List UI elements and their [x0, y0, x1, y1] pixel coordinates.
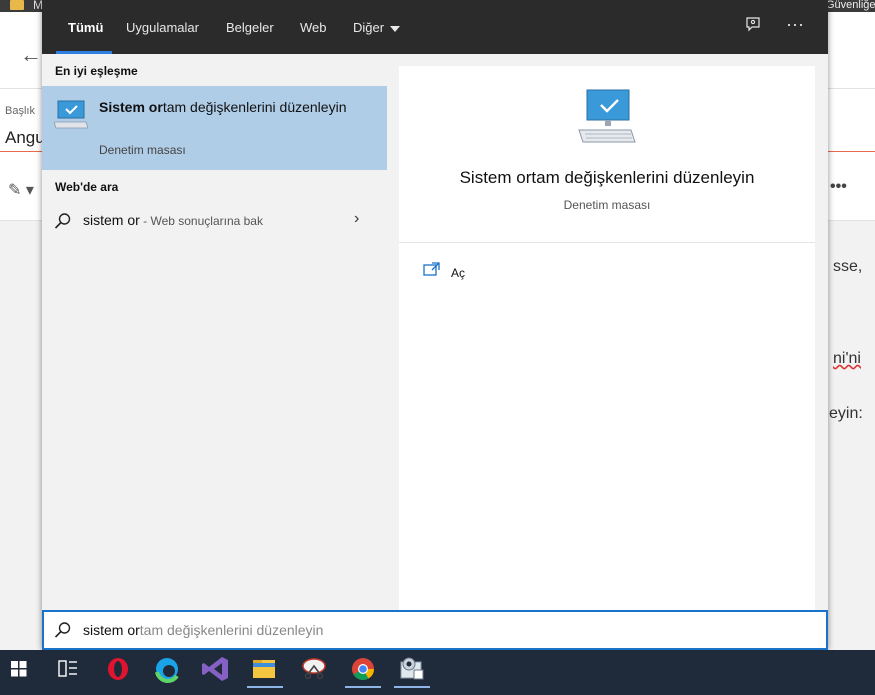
- content-text: ni'ni: [833, 350, 861, 367]
- running-indicator: [394, 686, 430, 688]
- visual-studio-button[interactable]: [192, 650, 240, 688]
- preview-title: Sistem ortam değişkenlerini düzenleyin: [459, 168, 755, 187]
- open-icon[interactable]: [423, 262, 441, 283]
- results-list: En iyi eşleşme Sistem ortam değişkenleri…: [42, 54, 387, 610]
- match-highlight: Sistem or: [99, 99, 163, 115]
- web-query-text: sistem or: [83, 212, 140, 228]
- start-button[interactable]: [0, 650, 48, 688]
- snipping-tool-button[interactable]: [290, 650, 338, 688]
- web-search-result[interactable]: sistem or - Web sonuçlarına bak ›: [42, 204, 387, 238]
- chevron-down-icon: [390, 25, 401, 32]
- file-explorer-icon: [253, 660, 275, 678]
- best-match-title: Sistem ortam değişkenlerini düzenleyin: [99, 97, 359, 117]
- visual-studio-icon: [202, 657, 228, 681]
- search-query: sistem ortam değişkenlerini düzenleyin: [83, 622, 323, 638]
- search-panel: Tümü Uygulamalar Belgeler Web Diğer ··· …: [42, 0, 828, 650]
- best-match-subtitle: Denetim masası: [99, 143, 186, 157]
- best-match-heading: En iyi eşleşme: [55, 64, 138, 78]
- web-search-query: sistem or - Web sonuçlarına bak: [83, 212, 263, 228]
- search-icon: [54, 212, 72, 235]
- folder-icon: [10, 0, 24, 10]
- content-text: eyin:: [829, 405, 863, 422]
- task-view-button[interactable]: [44, 650, 92, 688]
- tab-all[interactable]: Tümü: [68, 20, 103, 35]
- search-typed-text: sistem or: [83, 622, 140, 638]
- tab-more-label: Diğer: [353, 20, 385, 35]
- taskbar: [0, 650, 875, 695]
- preview-pane: Sistem ortam değişkenlerini düzenleyin D…: [399, 66, 815, 610]
- control-panel-button[interactable]: [388, 650, 436, 688]
- chrome-icon: [352, 658, 374, 680]
- search-input[interactable]: sistem ortam değişkenlerini düzenleyin: [42, 610, 828, 650]
- task-view-icon: [58, 660, 77, 677]
- tab-documents[interactable]: Belgeler: [226, 20, 274, 35]
- running-indicator: [345, 686, 381, 688]
- running-indicator: [247, 686, 283, 688]
- back-arrow-icon[interactable]: ←: [20, 42, 42, 68]
- edge-icon: [155, 658, 179, 683]
- chevron-right-icon[interactable]: ›: [354, 210, 359, 228]
- field-label: Başlık: [5, 105, 35, 117]
- edge-button[interactable]: [143, 650, 191, 688]
- open-action-label[interactable]: Aç: [451, 266, 465, 280]
- search-nav: Tümü Uygulamalar Belgeler Web Diğer ···: [42, 0, 828, 54]
- search-autocomplete: tam değişkenlerini düzenleyin: [139, 622, 324, 638]
- divider: [399, 242, 815, 243]
- chrome-button[interactable]: [339, 650, 387, 688]
- content-text: sse,: [833, 258, 863, 275]
- snipping-tool-icon: [302, 658, 326, 680]
- pen-icon[interactable]: ✎ ▾: [8, 180, 34, 200]
- tab-apps[interactable]: Uygulamalar: [126, 20, 199, 35]
- more-options-icon[interactable]: ···: [786, 14, 804, 35]
- opera-button[interactable]: [94, 650, 142, 688]
- tab-more[interactable]: Diğer: [353, 20, 401, 35]
- title-field[interactable]: Angu: [5, 128, 45, 148]
- best-match-result[interactable]: Sistem ortam değişkenlerini düzenleyin D…: [42, 86, 387, 170]
- system-computer-icon: [577, 88, 637, 149]
- system-computer-icon: [53, 100, 89, 135]
- start-icon: [11, 661, 27, 677]
- feedback-icon[interactable]: [744, 16, 762, 39]
- web-search-heading: Web'de ara: [55, 180, 119, 194]
- file-explorer-button[interactable]: [241, 650, 289, 688]
- tab-web[interactable]: Web: [300, 20, 327, 35]
- search-icon: [54, 621, 72, 644]
- control-panel-icon: [400, 657, 424, 680]
- preview-subtitle: Denetim masası: [563, 198, 651, 212]
- match-rest: tam değişkenlerini düzenleyin: [162, 99, 347, 115]
- more-icon[interactable]: •••: [830, 178, 847, 196]
- web-search-hint: - Web sonuçlarına bak: [139, 214, 263, 228]
- security-label[interactable]: Güvenliğe: [826, 0, 875, 11]
- opera-icon: [108, 658, 128, 680]
